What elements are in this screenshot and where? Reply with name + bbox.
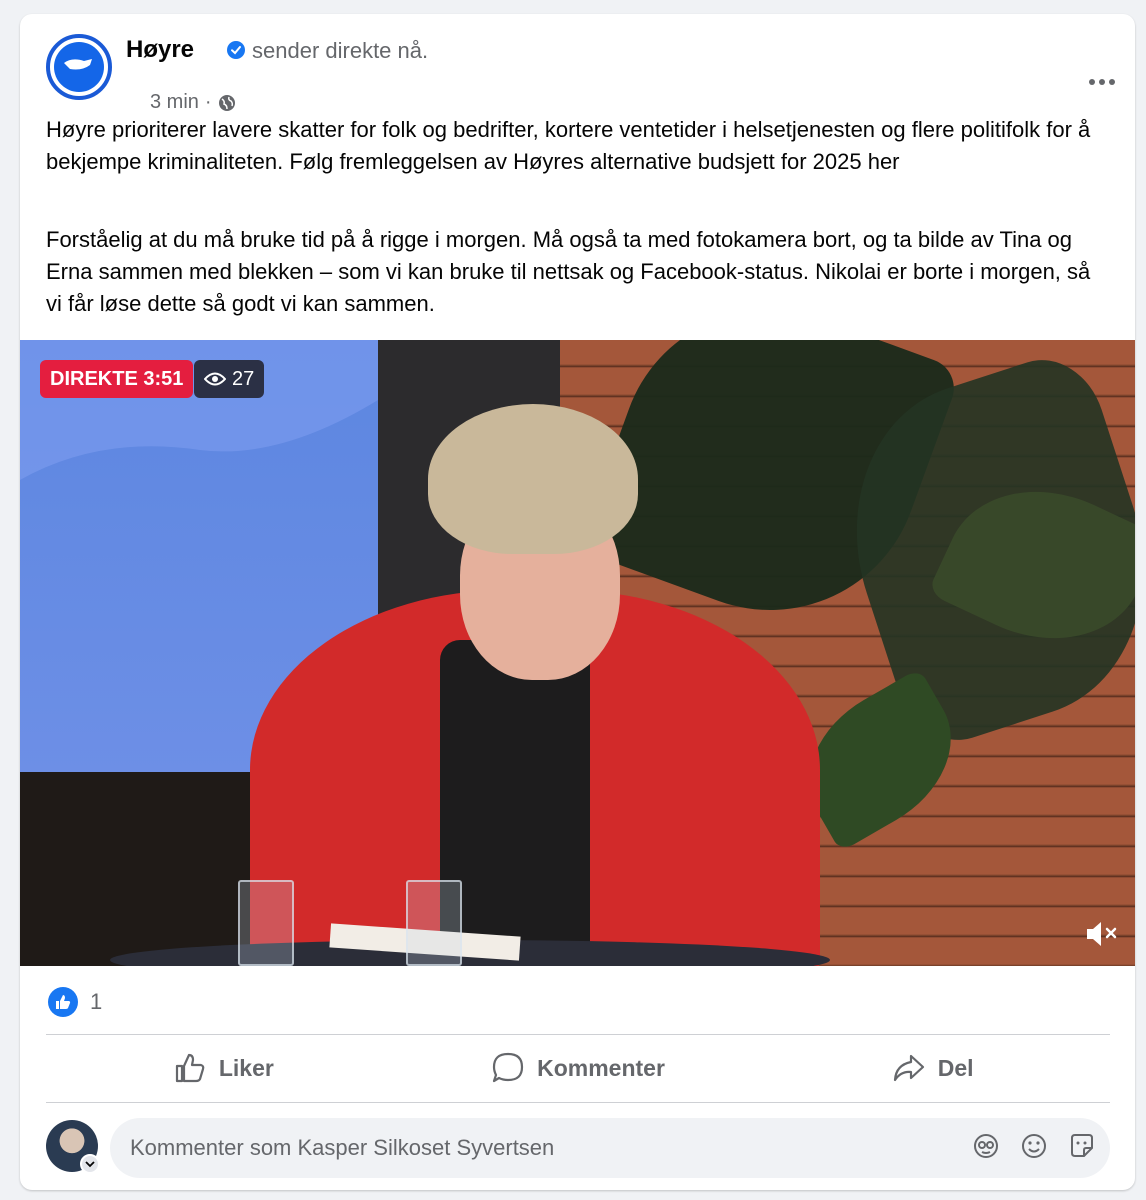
more-options-button[interactable] (1082, 70, 1122, 94)
more-dot (1089, 79, 1095, 85)
post-action-bar: Liker Kommenter Del (46, 1038, 1110, 1098)
comment-tools (972, 1132, 1096, 1160)
page-name-link[interactable]: Høyre (126, 36, 194, 64)
viewer-count: 27 (232, 367, 255, 390)
reaction-summary[interactable]: 1 (48, 986, 102, 1018)
thumbs-up-icon (175, 1053, 205, 1083)
comment-button[interactable]: Kommenter (401, 1038, 756, 1098)
post-text-paragraph: Høyre prioriterer lavere skatter for fol… (46, 117, 1091, 174)
live-video-player[interactable]: DIREKTE 3:51 27 (20, 340, 1135, 966)
chevron-down-icon[interactable] (80, 1154, 100, 1174)
muted-speaker-icon[interactable] (1083, 916, 1121, 952)
globe-icon[interactable] (218, 94, 236, 112)
meta-separator: · (204, 91, 212, 113)
video-water-glass (238, 880, 294, 966)
like-reaction-icon (48, 987, 78, 1017)
share-button[interactable]: Del (755, 1038, 1110, 1098)
comment-input[interactable] (110, 1118, 1110, 1178)
divider (46, 1102, 1110, 1103)
like-label: Liker (218, 1054, 274, 1081)
video-water-glass (406, 880, 462, 966)
eye-icon (204, 372, 226, 386)
comment-label: Kommenter (537, 1054, 665, 1081)
sticker-icon[interactable] (1068, 1132, 1096, 1160)
viewer-count-badge: 27 (194, 360, 265, 398)
page-avatar[interactable] (46, 34, 112, 100)
post-time[interactable]: 3 min (150, 91, 199, 114)
live-status-text: sender direkte nå. (252, 38, 429, 63)
more-dot (1109, 79, 1115, 85)
comment-composer (46, 1118, 1110, 1178)
post-card: Høyre sender direkte nå. 3 min · Høyre p… (20, 14, 1135, 1190)
post-text-paragraph: Forståelig at du må bruke tid på å rigge… (46, 227, 1091, 316)
avatar-sticker-icon[interactable] (972, 1132, 1000, 1160)
divider (46, 1034, 1110, 1035)
share-label: Del (937, 1054, 974, 1081)
verified-badge-icon (227, 41, 245, 59)
video-speaker-shirt (440, 640, 590, 960)
post-header: Høyre sender direkte nå. 3 min · (46, 34, 1115, 113)
reaction-count: 1 (90, 989, 103, 1014)
like-button[interactable]: Liker (46, 1038, 401, 1098)
share-arrow-icon (893, 1054, 924, 1082)
hoyre-logo-icon (54, 42, 104, 92)
post-meta: 3 min · (150, 91, 236, 114)
emoji-icon[interactable] (1020, 1132, 1048, 1160)
comment-bubble-icon (492, 1052, 524, 1083)
live-badge: DIREKTE 3:51 (40, 360, 194, 398)
more-dot (1099, 79, 1105, 85)
video-speaker-hair (428, 404, 638, 554)
